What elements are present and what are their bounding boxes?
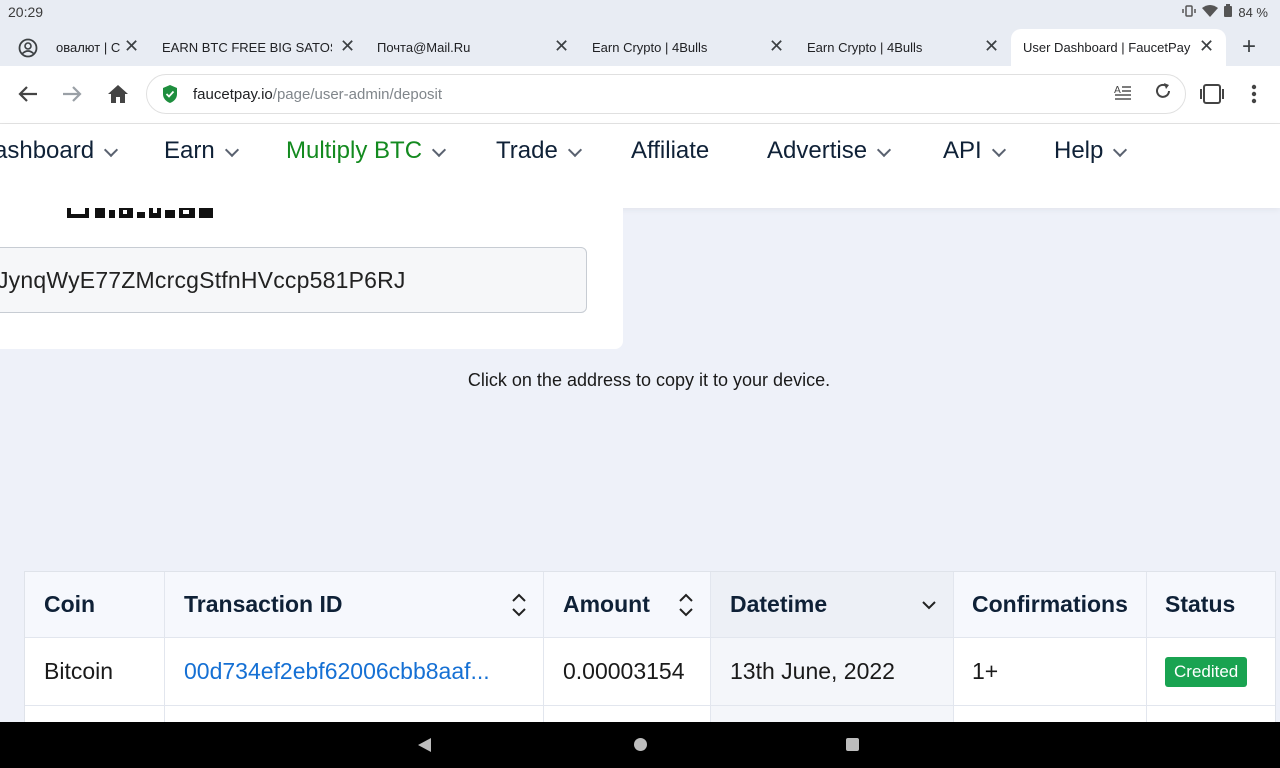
table-row-partial <box>954 706 1147 722</box>
tab-title: User Dashboard | FaucetPay <box>1023 40 1191 55</box>
close-tab-icon[interactable]: ✕ <box>1199 36 1214 57</box>
battery-level: 84 % <box>1238 4 1268 20</box>
table-row-partial <box>165 706 544 722</box>
tab-title: EARN BTC FREE BIG SATOSHI <box>162 40 332 55</box>
nav-earn[interactable]: Earn <box>164 137 239 165</box>
sort-descending-icon[interactable] <box>921 592 937 618</box>
home-icon[interactable] <box>104 80 132 108</box>
close-tab-icon[interactable]: ✕ <box>554 36 569 57</box>
chevron-down-icon <box>567 142 582 158</box>
table-row-partial <box>544 706 711 722</box>
deposit-address[interactable]: 5gJynqWyE77ZMcrcgStfnHVccp581P6RJ <box>0 267 406 294</box>
browser-toolbar: faucetpay.io/page/user-admin/deposit A <box>0 66 1280 124</box>
status-time: 20:29 <box>8 4 44 20</box>
account-circle-icon[interactable] <box>18 38 38 61</box>
close-tab-icon[interactable]: ✕ <box>984 36 999 57</box>
battery-icon <box>1224 4 1233 20</box>
reload-icon[interactable] <box>1153 81 1173 107</box>
nav-trade[interactable]: Trade <box>496 137 582 165</box>
copy-hint: Click on the address to copy it to your … <box>467 370 831 390</box>
close-tab-icon[interactable]: ✕ <box>340 36 355 57</box>
chevron-down-icon <box>224 142 239 158</box>
tab-title: Earn Crypto | 4Bulls <box>807 40 923 55</box>
nav-dashboard[interactable]: ashboard <box>0 137 119 165</box>
tab-title: Почта@Mail.Ru <box>377 40 471 55</box>
transaction-link[interactable]: 00d734ef2ebf62006cbb8aaf... <box>184 658 490 685</box>
system-back-icon[interactable] <box>418 738 431 752</box>
address-bar[interactable]: faucetpay.io/page/user-admin/deposit A <box>146 74 1186 114</box>
column-header-coin[interactable]: Coin <box>25 572 165 638</box>
close-tab-icon[interactable]: ✕ <box>769 36 784 57</box>
chevron-down-icon <box>104 142 119 158</box>
tab-4[interactable]: Earn Crypto | 4Bulls ✕ <box>580 29 790 66</box>
tab-strip: овалют | С ✕ EARN BTC FREE BIG SATOSHI ✕… <box>0 26 1280 66</box>
tab-title: Earn Crypto | 4Bulls <box>592 40 708 55</box>
tab-title: овалют | С <box>56 40 120 55</box>
url-text[interactable]: faucetpay.io/page/user-admin/deposit <box>193 86 442 103</box>
column-header-transaction-id[interactable]: Transaction ID <box>165 572 544 638</box>
nav-api[interactable]: API <box>943 137 1006 165</box>
table-row-partial <box>711 706 954 722</box>
tab-6-active[interactable]: User Dashboard | FaucetPay ✕ <box>1011 29 1226 66</box>
chevron-down-icon <box>991 142 1006 158</box>
vibrate-icon <box>1182 4 1197 20</box>
tab-1[interactable]: овалют | С ✕ <box>10 29 145 66</box>
cell-status: Credited <box>1147 638 1275 706</box>
sort-icon[interactable] <box>678 592 694 618</box>
tab-5[interactable]: Earn Crypto | 4Bulls ✕ <box>795 29 1005 66</box>
chevron-down-icon <box>431 142 447 158</box>
nav-affiliate[interactable]: Affiliate <box>631 137 709 165</box>
cell-amount: 0.00003154 <box>544 638 711 706</box>
column-header-amount[interactable]: Amount <box>544 572 711 638</box>
chevron-down-icon <box>1113 142 1128 158</box>
cell-transaction-id[interactable]: 00d734ef2ebf62006cbb8aaf... <box>165 638 544 706</box>
cell-coin: Bitcoin <box>25 638 165 706</box>
nav-advertise[interactable]: Advertise <box>767 137 892 165</box>
sort-icon[interactable] <box>511 592 527 618</box>
system-recents-icon[interactable] <box>846 738 859 751</box>
system-home-icon[interactable] <box>634 738 647 751</box>
forward-arrow-icon[interactable] <box>58 80 86 108</box>
back-arrow-icon[interactable] <box>14 80 42 108</box>
site-nav: ashboard Earn Multiply BTC Trade Affilia… <box>0 124 1280 208</box>
tab-3[interactable]: Почта@Mail.Ru ✕ <box>365 29 575 66</box>
tab-2[interactable]: EARN BTC FREE BIG SATOSHI ✕ <box>150 29 360 66</box>
qr-code <box>67 208 213 218</box>
nav-help[interactable]: Help <box>1054 137 1128 165</box>
close-tab-icon[interactable]: ✕ <box>124 36 139 57</box>
more-menu-icon[interactable] <box>1240 80 1268 108</box>
column-header-status[interactable]: Status <box>1147 572 1275 638</box>
status-bar: 20:29 84 % <box>0 0 1280 26</box>
tab-switcher-icon[interactable] <box>1198 80 1226 108</box>
deposits-table: Coin Transaction ID Amount Datetime Conf… <box>24 571 1276 723</box>
nav-multiply-btc[interactable]: Multiply BTC <box>286 137 447 165</box>
cell-confirmations: 1+ <box>954 638 1147 706</box>
deposit-address-field[interactable]: 5gJynqWyE77ZMcrcgStfnHVccp581P6RJ <box>0 247 587 313</box>
column-header-confirmations[interactable]: Confirmations <box>954 572 1147 638</box>
new-tab-icon[interactable]: + <box>1242 33 1256 61</box>
status-badge: Credited <box>1165 656 1248 687</box>
system-nav-bar <box>0 722 1280 768</box>
deposit-card: 5gJynqWyE77ZMcrcgStfnHVccp581P6RJ <box>0 208 623 349</box>
secure-shield-icon[interactable] <box>161 84 179 109</box>
table-row-partial <box>25 706 165 722</box>
wifi-icon <box>1202 4 1219 20</box>
column-header-datetime[interactable]: Datetime <box>711 572 954 638</box>
cell-datetime: 13th June, 2022 <box>711 638 954 706</box>
chevron-down-icon <box>876 142 892 158</box>
translate-icon[interactable]: A <box>1113 83 1133 108</box>
